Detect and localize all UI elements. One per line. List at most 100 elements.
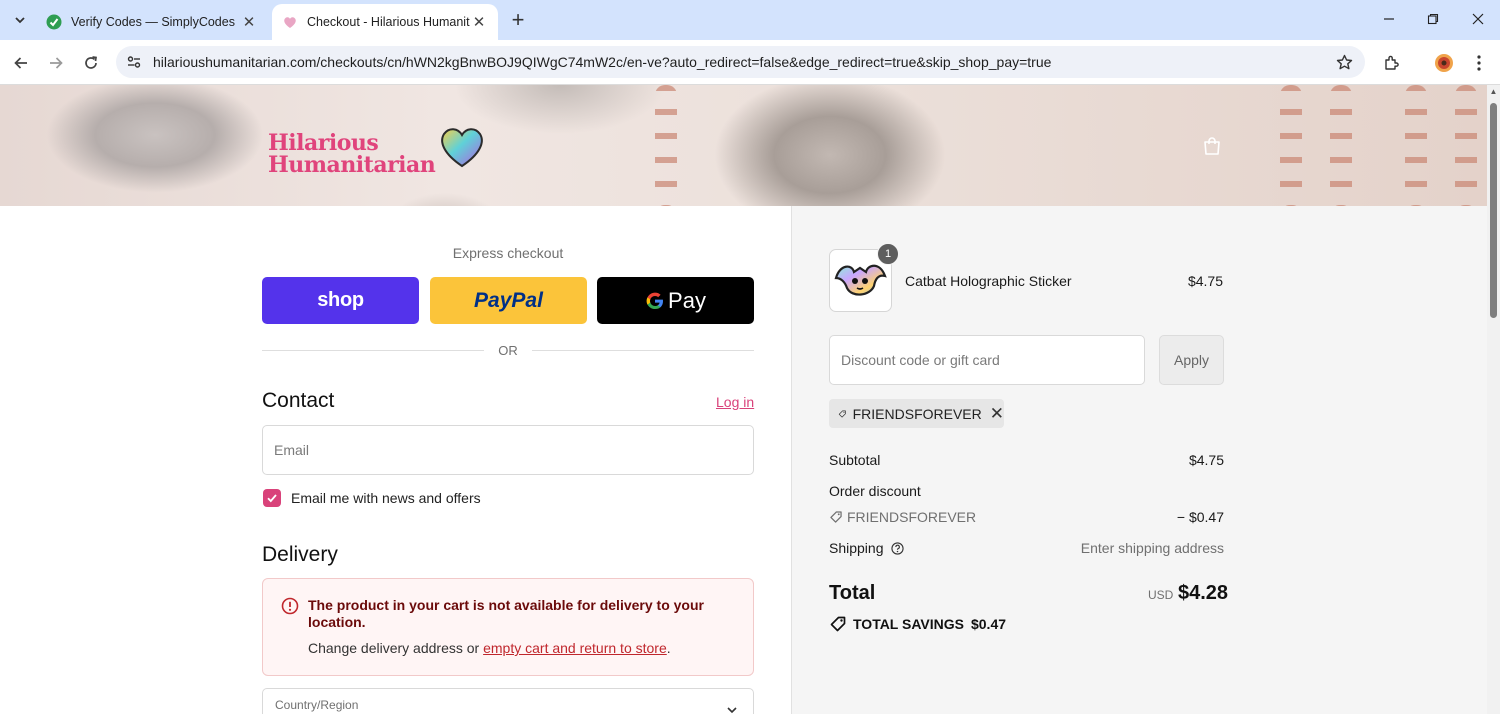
- scrollbar-thumb[interactable]: [1490, 103, 1497, 318]
- browser-menu-icon[interactable]: [1465, 49, 1493, 77]
- order-discount-code-text: FRIENDSFOREVER: [847, 509, 977, 525]
- alert-title: The product in your cart is not availabl…: [308, 597, 704, 630]
- shipping-row: Shipping Enter shipping address: [829, 540, 1224, 556]
- order-discount-value: − $0.47: [1176, 509, 1224, 525]
- minimize-icon[interactable]: [1375, 6, 1403, 32]
- newsletter-checkbox[interactable]: [263, 489, 281, 507]
- store-favicon-icon: [282, 14, 298, 30]
- contact-heading: Contact: [262, 389, 335, 412]
- divider-right: [532, 350, 754, 351]
- delivery-heading: Delivery: [262, 543, 338, 566]
- browser-tab-bar: Verify Codes — SimplyCodes ✕ Checkout - …: [0, 0, 1500, 40]
- login-link[interactable]: Log in: [716, 394, 754, 410]
- profile-avatar[interactable]: [1430, 49, 1458, 77]
- tab-simplycodes[interactable]: Verify Codes — SimplyCodes ✕: [36, 4, 268, 40]
- order-discount-code: FRIENDSFOREVER: [829, 509, 976, 525]
- reload-icon: [85, 56, 97, 69]
- total-savings-label: TOTAL SAVINGS: [853, 616, 964, 632]
- tab-search-button[interactable]: [8, 8, 32, 32]
- tag-icon: [838, 410, 846, 417]
- tab-checkout[interactable]: Checkout - Hilarious Humanitarian ✕: [272, 4, 498, 40]
- checkmark-icon: [267, 494, 277, 503]
- url-text[interactable]: hilarioushumanitarian.com/checkouts/cn/h…: [153, 54, 1329, 70]
- order-discount-row: Order discount: [829, 483, 1224, 499]
- applied-discount-chip: FRIENDSFOREVER ✕: [829, 399, 1004, 428]
- alert-body-suffix: .: [666, 640, 671, 656]
- quantity-badge: 1: [877, 243, 899, 265]
- total-currency: USD: [1148, 588, 1174, 602]
- address-bar[interactable]: hilarioushumanitarian.com/checkouts/cn/h…: [116, 46, 1365, 78]
- total-savings: TOTAL SAVINGS $0.47: [829, 615, 1006, 633]
- paypal-button[interactable]: PayPal: [430, 277, 587, 324]
- subtotal-value: $4.75: [1188, 452, 1224, 468]
- subtotal-row: Subtotal $4.75: [829, 452, 1224, 468]
- discount-code-input[interactable]: [829, 335, 1145, 385]
- arrow-right-icon: [50, 57, 63, 69]
- chevron-down-icon: [727, 707, 737, 714]
- empty-cart-link[interactable]: empty cart and return to store: [483, 640, 667, 656]
- shop-pay-button[interactable]: shop: [262, 277, 419, 324]
- paypal-logo: PayPal: [474, 288, 543, 312]
- total-value: $4.28: [1178, 582, 1229, 604]
- shop-pay-logo: shop: [317, 289, 364, 311]
- bookmark-star-icon[interactable]: [1329, 48, 1359, 76]
- google-pay-button[interactable]: Pay: [597, 277, 754, 324]
- help-circle-icon[interactable]: [890, 541, 904, 555]
- apply-discount-button[interactable]: Apply: [1159, 335, 1224, 385]
- shipping-label: Shipping: [829, 540, 884, 556]
- product-price: $4.75: [1187, 273, 1223, 289]
- tag-icon: [830, 511, 842, 523]
- logo-line-2: Humanitarian: [268, 152, 436, 178]
- reload-button[interactable]: [77, 49, 105, 77]
- arrow-left-icon: [14, 57, 27, 69]
- google-pay-label: Pay: [668, 287, 706, 313]
- shopping-bag-icon[interactable]: [1201, 135, 1223, 157]
- decorative-chain: [1455, 85, 1477, 206]
- heart-logo-icon: [441, 128, 483, 168]
- restore-icon[interactable]: [1419, 6, 1447, 32]
- store-header-banner: Hilarious Humanitarian: [0, 85, 1487, 206]
- store-logo[interactable]: Hilarious Humanitarian: [268, 132, 436, 178]
- simplycodes-favicon-icon: [46, 14, 62, 30]
- site-settings-icon[interactable]: [120, 48, 148, 76]
- country-region-select[interactable]: Country/Region: [262, 688, 754, 714]
- total-label: Total: [829, 582, 876, 604]
- newsletter-label[interactable]: Email me with news and offers: [291, 490, 481, 506]
- tab-title: Checkout - Hilarious Humanitarian: [307, 15, 470, 29]
- forward-button[interactable]: [42, 49, 70, 77]
- google-g-icon: [646, 292, 664, 309]
- product-name: Catbat Holographic Sticker: [905, 273, 1072, 289]
- tab-title: Verify Codes — SimplyCodes: [71, 15, 235, 29]
- subtotal-label: Subtotal: [829, 452, 881, 468]
- decorative-chain: [1405, 85, 1427, 206]
- extensions-icon[interactable]: [1378, 49, 1406, 77]
- alert-body: Change delivery address or empty cart an…: [308, 640, 671, 656]
- shipping-value: Enter shipping address: [1080, 540, 1224, 556]
- or-divider-label: OR: [498, 343, 518, 358]
- email-input[interactable]: [262, 425, 754, 475]
- delivery-error-alert: The product in your cart is not availabl…: [262, 578, 754, 676]
- total-savings-value: $0.47: [970, 616, 1007, 632]
- divider-left: [262, 350, 484, 351]
- chevron-down-icon: [15, 17, 25, 24]
- window-close-icon[interactable]: [1464, 6, 1492, 32]
- new-tab-button[interactable]: +: [506, 7, 530, 32]
- scroll-up-arrow-icon[interactable]: ▲: [1487, 87, 1500, 99]
- express-checkout-label: Express checkout: [452, 245, 564, 261]
- close-icon[interactable]: ✕: [470, 13, 488, 31]
- alert-circle-icon: [281, 597, 299, 615]
- order-discount-label: Order discount: [829, 483, 921, 499]
- back-button[interactable]: [7, 49, 35, 77]
- page-scrollbar[interactable]: ▲: [1487, 85, 1500, 714]
- decorative-chain: [1280, 85, 1302, 206]
- browser-toolbar: hilarioushumanitarian.com/checkouts/cn/h…: [0, 40, 1500, 85]
- order-discount-code-row: FRIENDSFOREVER − $0.47: [829, 509, 1224, 527]
- decorative-chain: [1330, 85, 1352, 206]
- decorative-chain: [655, 85, 677, 206]
- applied-discount-code: FRIENDSFOREVER: [852, 405, 982, 422]
- shipping-label-group: Shipping: [829, 540, 904, 556]
- alert-body-text: Change delivery address or: [308, 640, 484, 656]
- close-icon[interactable]: ✕: [240, 13, 258, 31]
- remove-discount-icon[interactable]: ✕: [990, 404, 1004, 423]
- tag-icon: [830, 616, 846, 632]
